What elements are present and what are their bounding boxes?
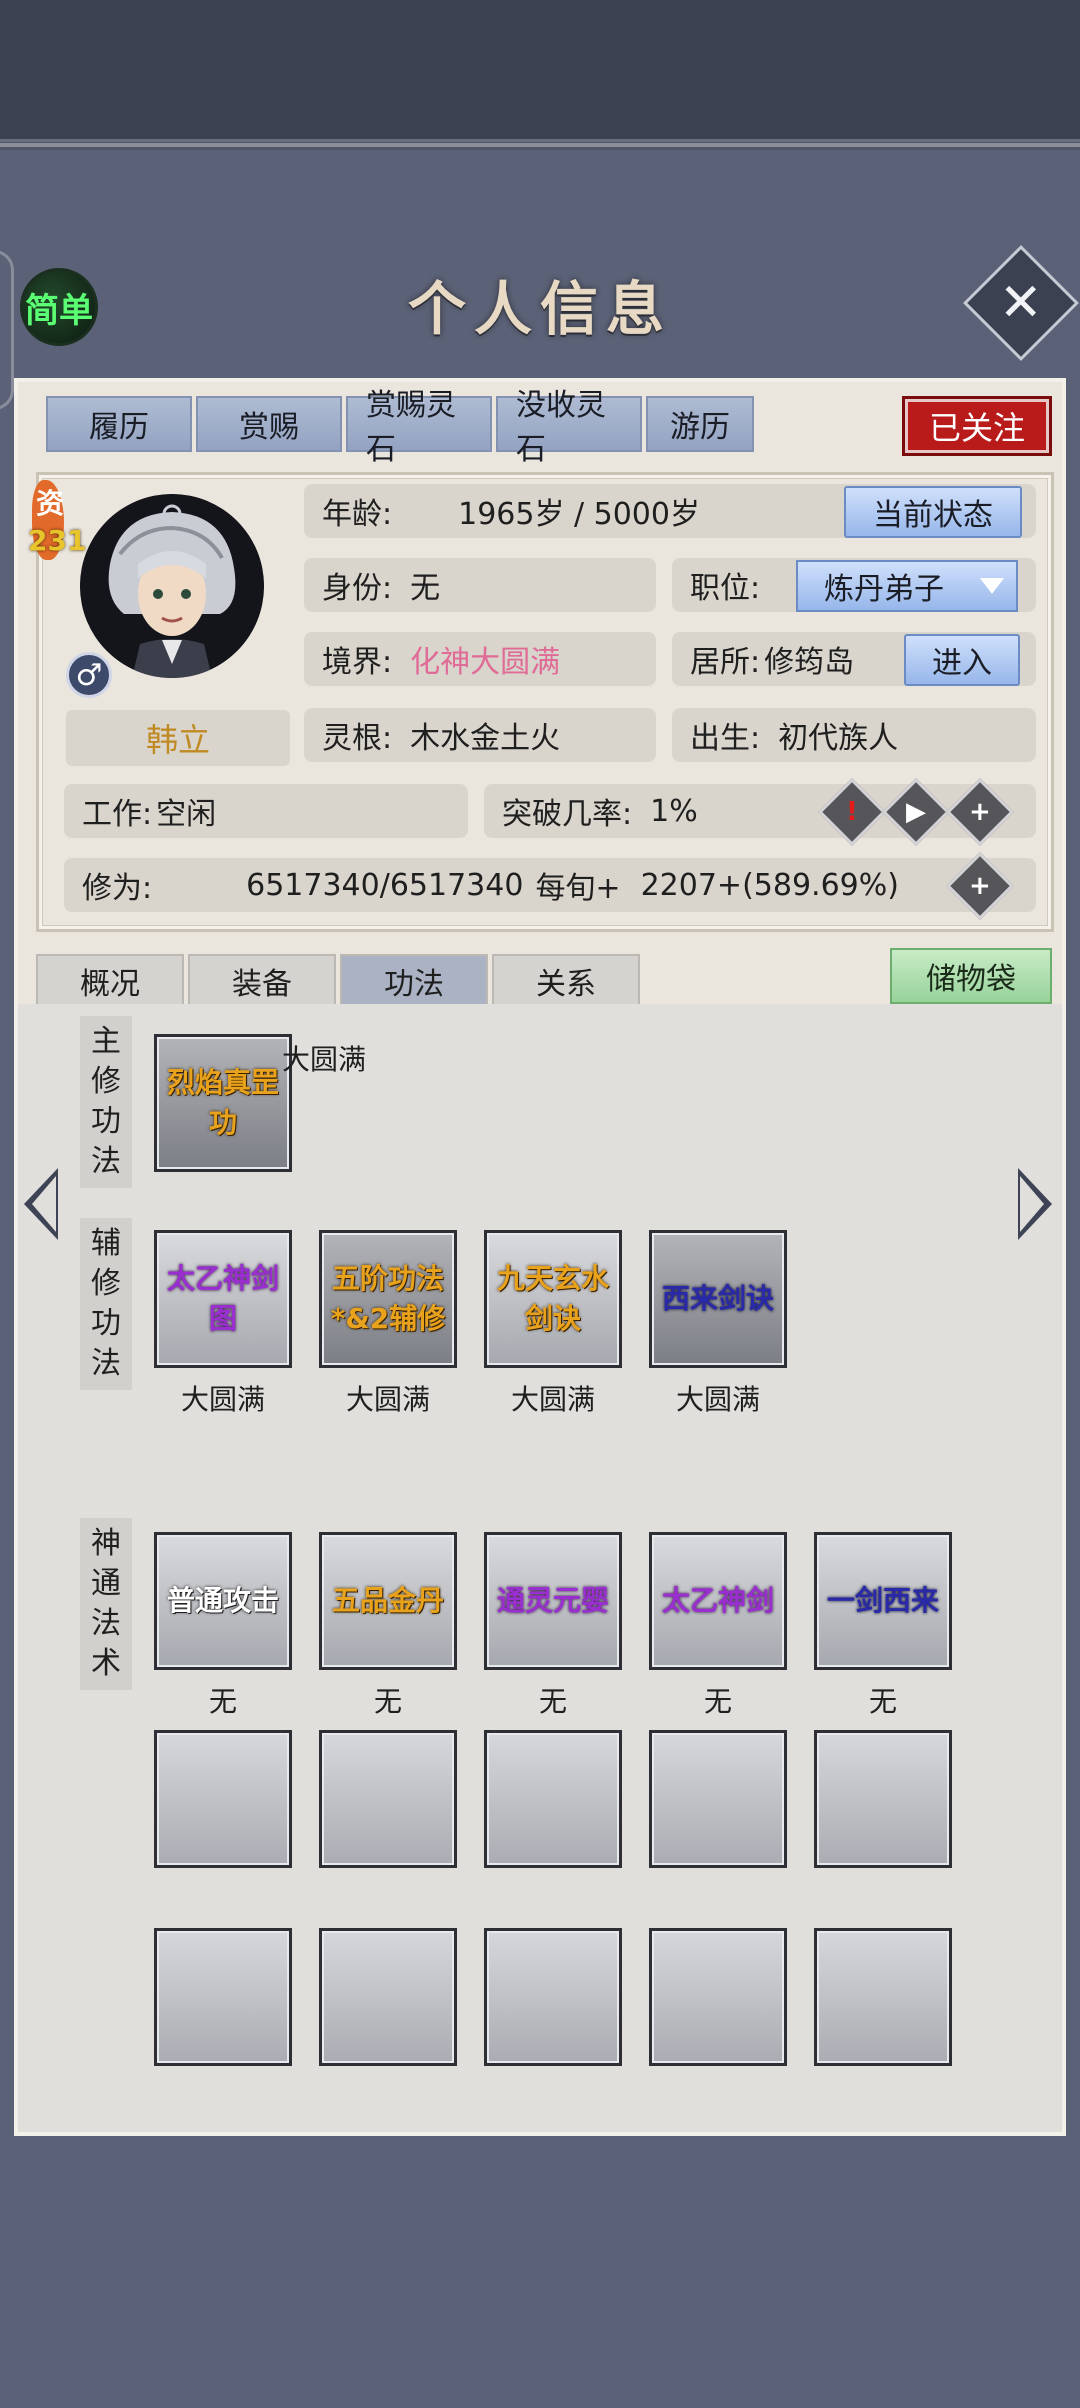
- main-technique-label: 主 修 功 法: [80, 1016, 132, 1188]
- top-tabs: 履历 赏赐 赏赐灵石 没收灵石 游历: [46, 388, 754, 467]
- spirit-root-value: 木水金土火: [410, 721, 561, 756]
- cultivation-label: 修为:: [82, 871, 153, 906]
- identity-field: 身份: 无: [304, 558, 656, 612]
- tab-travel[interactable]: 游历: [646, 396, 754, 452]
- breakthrough-label: 突破几率:: [502, 797, 633, 832]
- tab-history[interactable]: 履历: [46, 396, 192, 452]
- main-panel: 履历 赏赐 赏赐灵石 没收灵石 游历 已关注 资 231 ♂ 韩立 年龄: 19…: [14, 378, 1066, 2136]
- tab-techniques[interactable]: 功法: [340, 954, 488, 1008]
- work-value: 空闲: [156, 797, 217, 832]
- current-status-button[interactable]: 当前状态: [844, 486, 1022, 538]
- tab-reward[interactable]: 赏赐: [196, 396, 342, 452]
- tab-overview[interactable]: 概况: [36, 954, 184, 1008]
- age-value: 1965岁 / 5000岁: [458, 497, 700, 532]
- realm-value: 化神大圆满: [410, 645, 561, 680]
- aux-technique-slot[interactable]: 太乙神剑图: [154, 1230, 292, 1368]
- aux-technique-level: 大圆满: [510, 1383, 595, 1416]
- aux-technique-level: 大圆满: [180, 1383, 265, 1416]
- magic-art-slot[interactable]: 通灵元婴: [484, 1532, 622, 1670]
- tab-equipment[interactable]: 装备: [188, 954, 336, 1008]
- birth-label: 出生:: [690, 721, 761, 756]
- aux-technique-label: 辅 修 功 法: [80, 1218, 132, 1390]
- enter-residence-button[interactable]: 进入: [904, 634, 1020, 686]
- birth-field: 出生: 初代族人: [672, 708, 1036, 762]
- per-turn-value: 2207+(589.69%): [640, 867, 899, 903]
- identity-value: 无: [410, 571, 441, 606]
- aux-technique-level: 大圆满: [345, 1383, 430, 1416]
- main-technique-slot[interactable]: 烈焰真罡功: [154, 1034, 292, 1172]
- aux-technique-slot[interactable]: 西来剑诀: [649, 1230, 787, 1368]
- spirit-root-label: 灵根:: [322, 721, 393, 756]
- identity-label: 身份:: [322, 571, 393, 606]
- chevron-down-icon: [980, 578, 1004, 594]
- breakthrough-value: 1%: [650, 793, 698, 829]
- empty-slot[interactable]: [649, 1730, 787, 1868]
- main-technique-level: 大圆满: [282, 1043, 367, 1076]
- position-label: 职位:: [690, 571, 761, 606]
- male-icon: ♂: [66, 652, 112, 698]
- realm-label: 境界:: [322, 645, 393, 680]
- magic-art-slot[interactable]: 一剑西来: [814, 1532, 952, 1670]
- techniques-content: 主 修 功 法 烈焰真罡功 大圆满 辅 修 功 法 太乙神剑图 五阶功法*&2辅…: [18, 1004, 1062, 2132]
- empty-slot[interactable]: [319, 1928, 457, 2066]
- magic-art-level: 无: [373, 1685, 402, 1718]
- aptitude-label: 资: [36, 487, 65, 520]
- realm-field: 境界: 化神大圆满: [304, 632, 656, 686]
- avatar[interactable]: [80, 494, 264, 678]
- magic-art-level: 无: [703, 1685, 732, 1718]
- aux-technique-level: 大圆满: [675, 1383, 760, 1416]
- work-label: 工作:: [82, 797, 153, 832]
- spirit-root-field: 灵根: 木水金土火: [304, 708, 656, 762]
- residence-value: 修筠岛: [764, 645, 855, 680]
- page-title: 个人信息: [407, 275, 672, 343]
- magic-art-level: 无: [538, 1685, 567, 1718]
- storage-bag-button[interactable]: 储物袋: [890, 948, 1052, 1004]
- empty-slot[interactable]: [484, 1928, 622, 2066]
- age-label: 年龄:: [322, 497, 393, 532]
- position-value: 炼丹弟子: [824, 572, 944, 607]
- position-select[interactable]: 炼丹弟子: [796, 560, 1018, 612]
- empty-slot[interactable]: [154, 1730, 292, 1868]
- cultivation-field: 修为: 6517340/6517340 每旬+ 2207+(589.69%): [64, 858, 1036, 912]
- aux-technique-slot[interactable]: 九天玄水剑诀: [484, 1230, 622, 1368]
- aptitude-value: 231: [28, 524, 87, 557]
- follow-button[interactable]: 已关注: [902, 396, 1052, 456]
- tab-reward-stone[interactable]: 赏赐灵石: [346, 388, 492, 467]
- detail-tabs: 概况 装备 功法 关系: [36, 954, 640, 1008]
- close-icon: ✕: [999, 272, 1043, 333]
- character-name: 韩立: [66, 710, 290, 766]
- magic-art-level: 无: [868, 1685, 897, 1718]
- simple-mode-button[interactable]: 简单: [20, 268, 98, 346]
- empty-slot[interactable]: [319, 1730, 457, 1868]
- chevron-left-icon[interactable]: [24, 1168, 58, 1240]
- magic-art-slot[interactable]: 太乙神剑: [649, 1532, 787, 1670]
- top-bar: [0, 0, 1080, 147]
- aux-technique-slot[interactable]: 五阶功法*&2辅修: [319, 1230, 457, 1368]
- empty-slot[interactable]: [484, 1730, 622, 1868]
- magic-art-slot[interactable]: 五品金丹: [319, 1532, 457, 1670]
- chevron-right-icon[interactable]: [1018, 1168, 1052, 1240]
- aptitude-badge: 资 231: [28, 480, 86, 570]
- work-field: 工作: 空闲: [64, 784, 468, 838]
- cultivation-value: 6517340/6517340: [246, 867, 524, 903]
- tab-relations[interactable]: 关系: [492, 954, 640, 1008]
- empty-slot[interactable]: [154, 1928, 292, 2066]
- magic-arts-label: 神 通 法 术: [80, 1518, 132, 1690]
- magic-art-level: 无: [208, 1685, 237, 1718]
- per-turn-label: 每旬+: [535, 871, 621, 906]
- tab-confiscate-stone[interactable]: 没收灵石: [496, 388, 642, 467]
- empty-slot[interactable]: [814, 1928, 952, 2066]
- empty-slot[interactable]: [814, 1730, 952, 1868]
- birth-value: 初代族人: [778, 721, 899, 756]
- empty-slot[interactable]: [649, 1928, 787, 2066]
- frame-side-tab: [0, 250, 14, 410]
- magic-art-slot[interactable]: 普通攻击: [154, 1532, 292, 1670]
- residence-label: 居所:: [690, 645, 761, 680]
